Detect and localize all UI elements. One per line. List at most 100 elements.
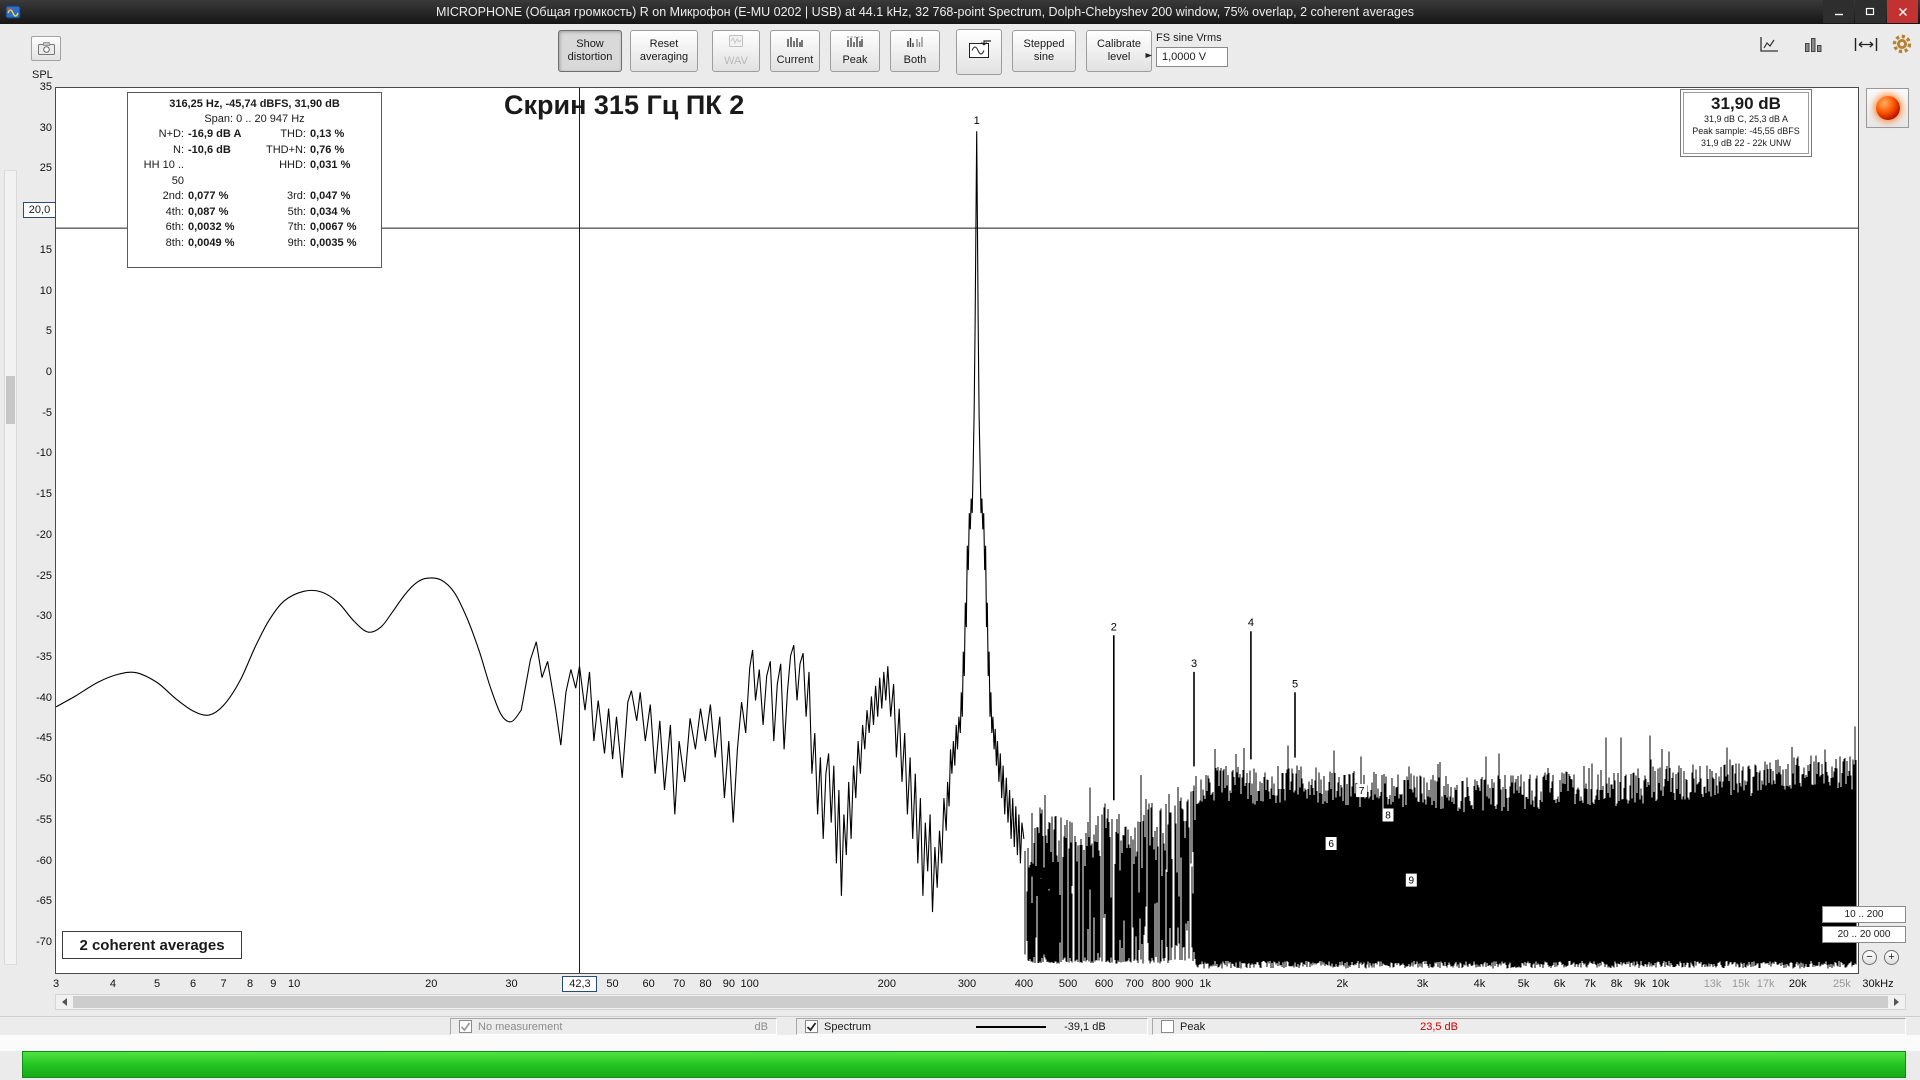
calibrate-level-button[interactable]: Calibrate level [1086, 30, 1152, 72]
gear-icon [1891, 33, 1913, 60]
y-tick-label: 10 [39, 284, 52, 297]
x-tick-label: 300 [957, 978, 977, 990]
x-zoom-in-button[interactable]: + [1884, 950, 1899, 965]
spectrum-level-value: -39,1 dB [1064, 1020, 1106, 1033]
svg-text:4: 4 [1248, 617, 1254, 629]
status-panel-spectrum: Spectrum -39,1 dB [796, 1018, 1148, 1035]
measurement-label: 6th: [165, 221, 184, 233]
status-panel-measurement: No measurement dB [450, 1018, 777, 1035]
left-scrollbar-thumb[interactable] [6, 376, 15, 424]
plot-area[interactable]: 2 3 4 5 6 7 8 9 1 316,25 Hz, -45,74 dBFS, 31,90 … [55, 87, 1859, 974]
reset-averaging-button[interactable]: Reset averaging [630, 30, 698, 72]
wav-button[interactable]: WAV [712, 30, 760, 72]
plus-icon: + [1888, 951, 1895, 963]
scroll-right-button[interactable] [1889, 995, 1905, 1009]
both-spectrum-button[interactable]: Both [890, 30, 940, 72]
measurement-label: N+D: [158, 128, 184, 140]
measurement-value: -16,9 dB A [188, 128, 242, 140]
app-icon [5, 4, 21, 20]
readout-band-value: 31,9 dB 22 - 22k UNW [1700, 138, 1792, 148]
camera-icon [37, 42, 55, 55]
x-tick-label: 3 [52, 978, 60, 990]
y-tick-label: 30 [39, 121, 52, 134]
current-spectrum-button[interactable]: Current [770, 30, 820, 72]
wav-label: WAV [724, 54, 748, 67]
pan-zoom-button[interactable] [1848, 33, 1884, 60]
measurement-label: 2nd: [162, 190, 184, 202]
measurement-value: 0,034 % [310, 205, 351, 218]
freq-range-button-2[interactable]: 20 .. 20 000 [1822, 926, 1906, 943]
spectrum-checkbox[interactable] [805, 1020, 818, 1033]
record-button[interactable] [1866, 88, 1909, 128]
statusbar: No measurement dB Spectrum -39,1 dB Peak… [0, 1016, 1920, 1036]
peak-spectrum-button[interactable]: Peak [830, 30, 880, 72]
scroll-left-button[interactable] [56, 995, 72, 1009]
y-tick-label: -10 [36, 447, 52, 460]
no-measurement-checkbox[interactable] [459, 1020, 472, 1033]
y-cursor-box[interactable]: 20,0 [23, 202, 56, 219]
spectrum-peak-icon [846, 35, 864, 52]
window-controls [1822, 0, 1918, 24]
move-arrows-icon [1853, 35, 1879, 59]
x-tick-label: 200 [877, 978, 896, 990]
measurement-row: 8th: 0,0049 % 9th: 0,0035 % [132, 236, 377, 252]
close-button[interactable] [1887, 0, 1918, 23]
y-tick-label: -25 [36, 569, 52, 582]
settings-button[interactable] [1888, 33, 1916, 60]
svg-text:3: 3 [1191, 658, 1197, 670]
peak-series-label: Peak [1180, 1020, 1206, 1033]
measurement-label: N: [173, 143, 184, 156]
y-tick-label: -60 [36, 854, 52, 867]
db-unit-label: dB [754, 1020, 768, 1033]
peak-checkbox[interactable] [1161, 1020, 1174, 1033]
readout-main-value: 31,90 dB [1711, 94, 1781, 113]
display-mode-button[interactable] [1752, 33, 1786, 60]
x-tick-label: 30 [505, 978, 518, 990]
level-readout-inner: 31,90 dB 31,9 dB C, 25,3 dB A Peak sampl… [1683, 92, 1809, 154]
measurement-value: 0,077 % [188, 190, 229, 202]
spectrum-current-icon [786, 35, 804, 52]
horizontal-scrollbar-thumb[interactable] [73, 996, 1888, 1008]
record-icon [1875, 96, 1900, 120]
x-tick-label: 100 [740, 978, 759, 990]
titlebar: MICROPHONE (Общая громкость) R on Микроф… [0, 0, 1920, 24]
toolbar: Show distortion Reset averaging WAV Curr… [0, 24, 1920, 86]
plot-title: Скрин 315 Гц ПК 2 [504, 90, 745, 120]
y-tick-label: -55 [36, 813, 52, 826]
fs-sine-value-field[interactable]: 1,0000 V [1156, 47, 1228, 67]
freq-range-button-1[interactable]: 10 .. 200 [1822, 906, 1906, 923]
y-tick-label: 35 [39, 81, 52, 93]
measurement-row: N+D: -16,9 dB A THD: 0,13 % [132, 127, 377, 143]
restore-button[interactable] [1855, 0, 1886, 23]
measurement-label: 5th: [287, 205, 306, 218]
horizontal-scrollbar[interactable] [55, 994, 1906, 1010]
measurement-label: THD: [280, 128, 306, 140]
measurement-row: 2nd: 0,077 % 3rd: 0,047 % [132, 189, 377, 205]
peak-level-value: 23,5 dB [1420, 1020, 1458, 1033]
x-cursor-box[interactable]: 42,3 [562, 976, 598, 992]
measurement-label: 3rd: [287, 190, 306, 202]
svg-text:6: 6 [1328, 839, 1334, 850]
y-tick-label: -65 [36, 895, 52, 908]
measurement-value: 0,13 % [310, 128, 345, 140]
x-tick-label: 10 [288, 978, 301, 990]
minimize-icon [1834, 13, 1843, 15]
left-arrow-icon [58, 998, 67, 1006]
level-readout-box: 31,90 dB 31,9 dB C, 25,3 dB A Peak sampl… [1680, 89, 1812, 157]
minimize-button[interactable] [1823, 0, 1854, 23]
snapshot-button[interactable] [31, 36, 61, 61]
show-distortion-button[interactable]: Show distortion [558, 30, 622, 72]
wav-file-icon [728, 34, 744, 52]
signal-generator-button[interactable] [956, 29, 1002, 75]
spectrum-series-label: Spectrum [824, 1020, 872, 1033]
x-zoom-out-button[interactable]: − [1862, 950, 1877, 965]
spectrum-both-icon [906, 35, 924, 52]
stepped-sine-button[interactable]: Stepped sine [1012, 30, 1076, 72]
measurement-label: HHD: [279, 159, 306, 171]
measurement-value: 0,031 % [310, 159, 351, 171]
bar-display-button[interactable] [1796, 33, 1830, 60]
readout-peak-sample: Peak sample: -45,55 dBFS [1692, 126, 1800, 136]
x-tick-label: 3k [1416, 978, 1429, 990]
calibrate-level-label: Calibrate level [1096, 37, 1142, 63]
right-arrow-icon [1894, 998, 1903, 1006]
